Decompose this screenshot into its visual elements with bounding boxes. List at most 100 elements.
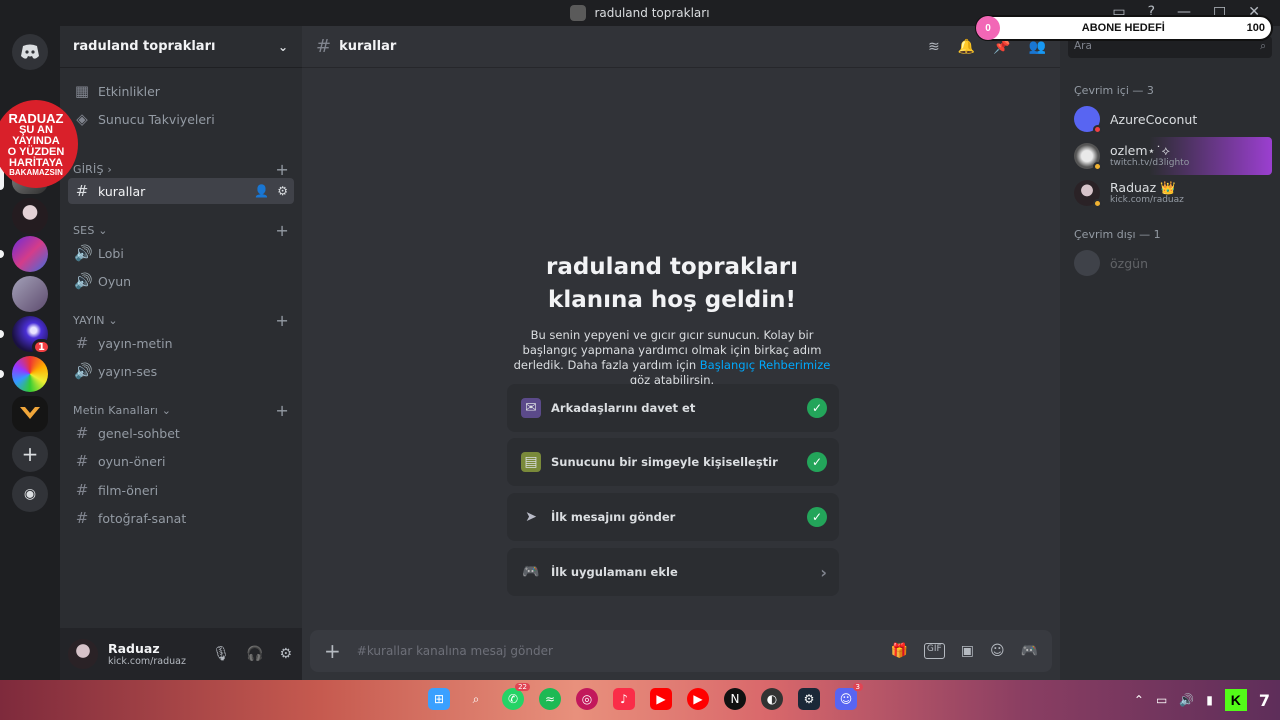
check-icon: ✓ [807,452,827,472]
speaker-icon: 🔊 [74,362,93,380]
subscriber-goal-bar: 0 ABONE HEDEFİ 100 [975,15,1273,41]
server-icon[interactable] [12,198,48,234]
goal-current: 0 [976,16,1000,40]
user-info[interactable]: Raduaz kick.com/raduaz [108,641,186,667]
hash-icon: # [75,509,89,527]
discover-compass-icon[interactable]: ◉ [12,476,48,512]
taskbar: ⊞ ⌕ ✆ 22 ≈ ◎ ♪ ▶ ▶ N ◐ ⚙ ☺ 3 ⌃ ▭ 🔊 ▮ K 7 [0,680,1280,720]
user-status: kick.com/raduaz [108,655,186,667]
hash-icon: # [316,36,332,57]
channel-header: # kurallar ≋ 🔔 📌 👥 [302,26,1060,68]
check-icon: ✓ [807,507,827,527]
whatsapp-icon[interactable]: ✆ 22 [502,683,530,710]
goal-target: 100 [1246,22,1265,34]
server-icon[interactable] [12,236,48,272]
youtube-music-icon[interactable]: ▶ [687,688,709,710]
online-header: Çevrim içi — 3 [1074,84,1154,97]
message-input[interactable] [356,644,891,658]
server-boosts-item[interactable]: ◈ Sunucu Takviyeleri [68,106,294,132]
member-raduaz[interactable]: Raduaz 👑 kick.com/raduaz [1068,174,1272,212]
channel-kurallar[interactable]: # kurallar 👤 ⚙ [68,178,294,204]
hash-icon: # [75,424,89,442]
add-channel-icon[interactable]: + [275,160,289,179]
channel-oyun[interactable]: 🔊 Oyun [68,268,294,294]
chevron-down-icon: ⌄ [277,39,288,54]
activities-icon[interactable]: 🎮 [1021,643,1038,659]
microphone-icon[interactable]: 🎙 [212,646,230,662]
music-icon[interactable]: ♪ [613,688,635,710]
search-icon[interactable]: ⌕ [465,688,487,710]
add-channel-icon[interactable]: + [275,401,289,420]
battery-icon[interactable]: ▮ [1206,693,1213,707]
volume-icon[interactable]: 🔊 [1179,693,1194,707]
member-ozlem[interactable]: ozlem⋆˙⟡ twitch.tv/d3lighto [1068,137,1272,175]
server-icon[interactable] [12,396,48,432]
gif-icon[interactable]: GIF [923,643,945,659]
app-icon[interactable]: N [724,688,746,710]
category-yayin[interactable]: YAYIN ⌄ + [73,311,289,330]
spotify-icon[interactable]: ≈ [539,688,561,710]
gear-icon[interactable]: ⚙ [277,184,288,198]
task-customize-icon[interactable]: ▤ Sunucunu bir simgeyle kişiselleştir ✓ [507,438,839,486]
steam-icon[interactable]: ⚙ [798,688,820,710]
task-invite-friends[interactable]: ✉ Arkadaşlarını davet et ✓ [507,384,839,432]
system-tray: ⌃ ▭ 🔊 ▮ K 7 [1134,689,1270,711]
upload-plus-icon[interactable]: + [324,639,341,663]
emoji-icon[interactable]: ☺ [990,643,1005,659]
offline-header: Çevrim dışı — 1 [1074,228,1161,241]
channel-yayin-metin[interactable]: # yayın-metin [68,330,294,356]
tray-chevron-icon[interactable]: ⌃ [1134,693,1144,707]
check-icon: ✓ [807,398,827,418]
palette-icon: ▤ [521,452,541,472]
server-icon[interactable]: 1 [12,316,51,355]
channel-sidebar: raduland toprakları ⌄ ▦ Etkinlikler ◈ Sunu… [60,26,302,680]
avatar [1074,250,1100,276]
bell-icon[interactable]: 🔔 [958,39,975,55]
search-icon: ⌕ [1260,40,1266,52]
avatar[interactable] [68,639,98,669]
youtube-icon[interactable]: ▶ [650,688,672,710]
category-metin-kanallari[interactable]: Metin Kanalları ⌄ + [73,401,289,420]
window-title: raduland toprakları [594,6,710,20]
add-server-icon[interactable]: + [12,436,48,472]
avatar [1074,143,1102,171]
discord-icon[interactable]: ☺ 3 [835,683,863,710]
task-add-app[interactable]: 🎮 İlk uygulamanı ekle › [507,548,839,596]
headphones-icon[interactable]: 🎧 [246,646,263,662]
user-panel: Raduaz kick.com/raduaz 🎙 🎧 ⚙ [60,628,302,680]
kick-counter: 7 [1258,690,1270,710]
guild-name: raduland toprakları [73,39,216,54]
add-channel-icon[interactable]: + [275,221,289,240]
member-ozgun[interactable]: özgün [1068,244,1272,282]
sticker-icon[interactable]: ▣ [961,643,974,659]
category-giris[interactable]: GİRİŞ › + [73,160,289,179]
channel-fotograf-sanat[interactable]: # fotoğraf-sanat [68,505,294,531]
network-icon[interactable]: ▭ [1156,693,1167,707]
windows-start-icon[interactable]: ⊞ [428,688,450,710]
app-icon[interactable]: ◎ [576,688,598,710]
task-first-message[interactable]: ➤ İlk mesajını gönder ✓ [507,493,839,541]
obs-icon[interactable]: ◐ [761,688,783,710]
channel-oyun-oneri[interactable]: # oyun-öneri [68,448,294,474]
gear-icon[interactable]: ⚙ [279,646,292,662]
starter-guide-link[interactable]: Başlangıç Rehberimize [700,358,831,372]
member-azurecoconut[interactable]: AzureCoconut [1068,100,1272,138]
threads-icon[interactable]: ≋ [928,39,940,55]
channel-genel-sohbet[interactable]: # genel-sohbet [68,420,294,446]
server-list: RADUAZ ŞU AN YAYINDA O YÜZDEN HARİTAYA B… [0,26,78,680]
server-icon[interactable] [12,356,48,392]
channel-yayin-ses[interactable]: 🔊 yayın-ses [68,358,294,384]
category-ses[interactable]: SES ⌄ + [73,221,289,240]
guild-header[interactable]: raduland toprakları ⌄ [60,26,302,68]
add-channel-icon[interactable]: + [275,311,289,330]
channel-lobi[interactable]: 🔊 Lobi [68,240,294,266]
gift-icon[interactable]: 🎁 [890,643,907,659]
calendar-icon: ▦ [74,82,90,100]
events-item[interactable]: ▦ Etkinlikler [68,78,294,104]
discord-home-icon[interactable] [12,34,48,70]
channel-film-oneri[interactable]: # film-öneri [68,477,294,503]
invite-member-icon[interactable]: 👤 [254,184,269,198]
server-icon[interactable] [12,276,48,312]
channel-title: kurallar [339,39,397,54]
user-name: Raduaz [108,640,160,656]
